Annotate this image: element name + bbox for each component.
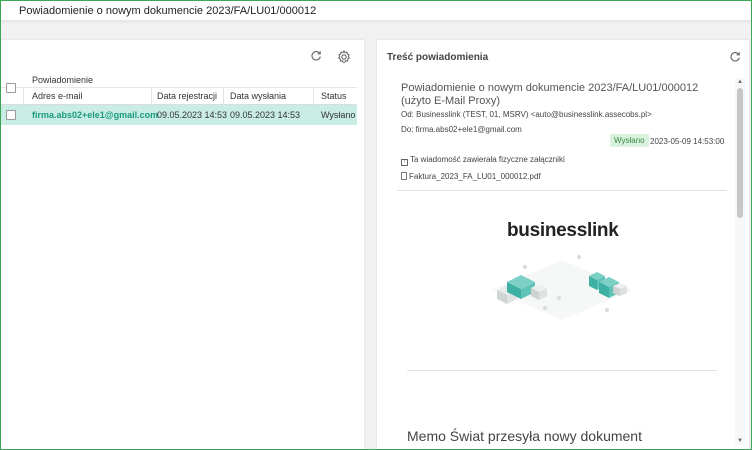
content-panel-title: Treść powiadomienia	[387, 52, 489, 63]
attachment-link[interactable]: Faktura_2023_FA_LU01_000012.pdf	[401, 172, 541, 181]
content-scrollbar[interactable]: ▲ ▼	[735, 78, 745, 445]
settings-icon[interactable]	[336, 50, 352, 66]
scrollbar-thumb[interactable]	[737, 88, 743, 218]
table-group-header: Powiadomienie	[1, 72, 357, 88]
column-header-email[interactable]: Adres e-mail	[32, 91, 83, 101]
row-registered-date: 09.05.2023 14:53	[157, 110, 228, 120]
body-divider	[407, 370, 717, 371]
header-divider	[397, 190, 727, 191]
notification-content-panel: Treść powiadomienia Powiadomienie o nowy…	[377, 40, 749, 449]
notifications-panel: Powiadomienie Adres e-mail Data rejestra…	[1, 40, 364, 449]
scroll-up-arrow-icon[interactable]: ▲	[736, 78, 744, 86]
message-body-heading: Memo Świat przesyła nowy dokument	[407, 428, 642, 444]
refresh-icon[interactable]	[308, 50, 324, 66]
column-header-sent[interactable]: Data wysłania	[230, 91, 286, 101]
attachments-note-row: ! Ta wiadomość zawierała fizyczne załączn…	[401, 155, 565, 166]
isometric-blocks-illustration	[492, 255, 632, 320]
refresh-icon[interactable]	[727, 51, 743, 67]
message-from: Od: Businesslink (TEST, 01, MSRV) <auto@…	[401, 110, 652, 119]
group-header-label: Powiadomienie	[32, 75, 94, 85]
attachment-name: Faktura_2023_FA_LU01_000012.pdf	[409, 172, 541, 181]
window-title: Powiadomienie o nowym dokumencie 2023/FA…	[19, 5, 317, 17]
attachments-note: Ta wiadomość zawierała fizyczne załączni…	[410, 155, 565, 164]
column-header-status[interactable]: Status	[321, 91, 347, 101]
message-to: Do: firma.abs02+ele1@gmail.com	[401, 125, 522, 134]
table-header-row: Adres e-mail Data rejestracji Data wysła…	[1, 83, 357, 105]
scroll-down-arrow-icon[interactable]: ▼	[736, 437, 744, 445]
select-all-checkbox[interactable]	[6, 83, 16, 93]
row-status: Wysłano	[321, 110, 356, 120]
window-titlebar: Powiadomienie o nowym dokumencie 2023/FA…	[1, 1, 751, 21]
message-sent-datetime: 2023-05-09 14:53:00	[650, 137, 725, 146]
column-header-registered[interactable]: Data rejestracji	[157, 91, 217, 101]
row-checkbox[interactable]	[6, 110, 16, 120]
status-badge: Wysłano	[610, 134, 649, 147]
attachment-info-icon: !	[401, 159, 408, 166]
message-subject: Powiadomienie o nowym dokumencie 2023/FA…	[401, 82, 699, 107]
table-row[interactable]: firma.abs02+ele1@gmail.com 09.05.2023 14…	[1, 105, 357, 125]
row-sent-date: 09.05.2023 14:53	[230, 110, 301, 120]
file-icon	[401, 172, 407, 180]
businesslink-logo: businesslink	[507, 220, 619, 241]
row-email: firma.abs02+ele1@gmail.com	[32, 110, 159, 120]
